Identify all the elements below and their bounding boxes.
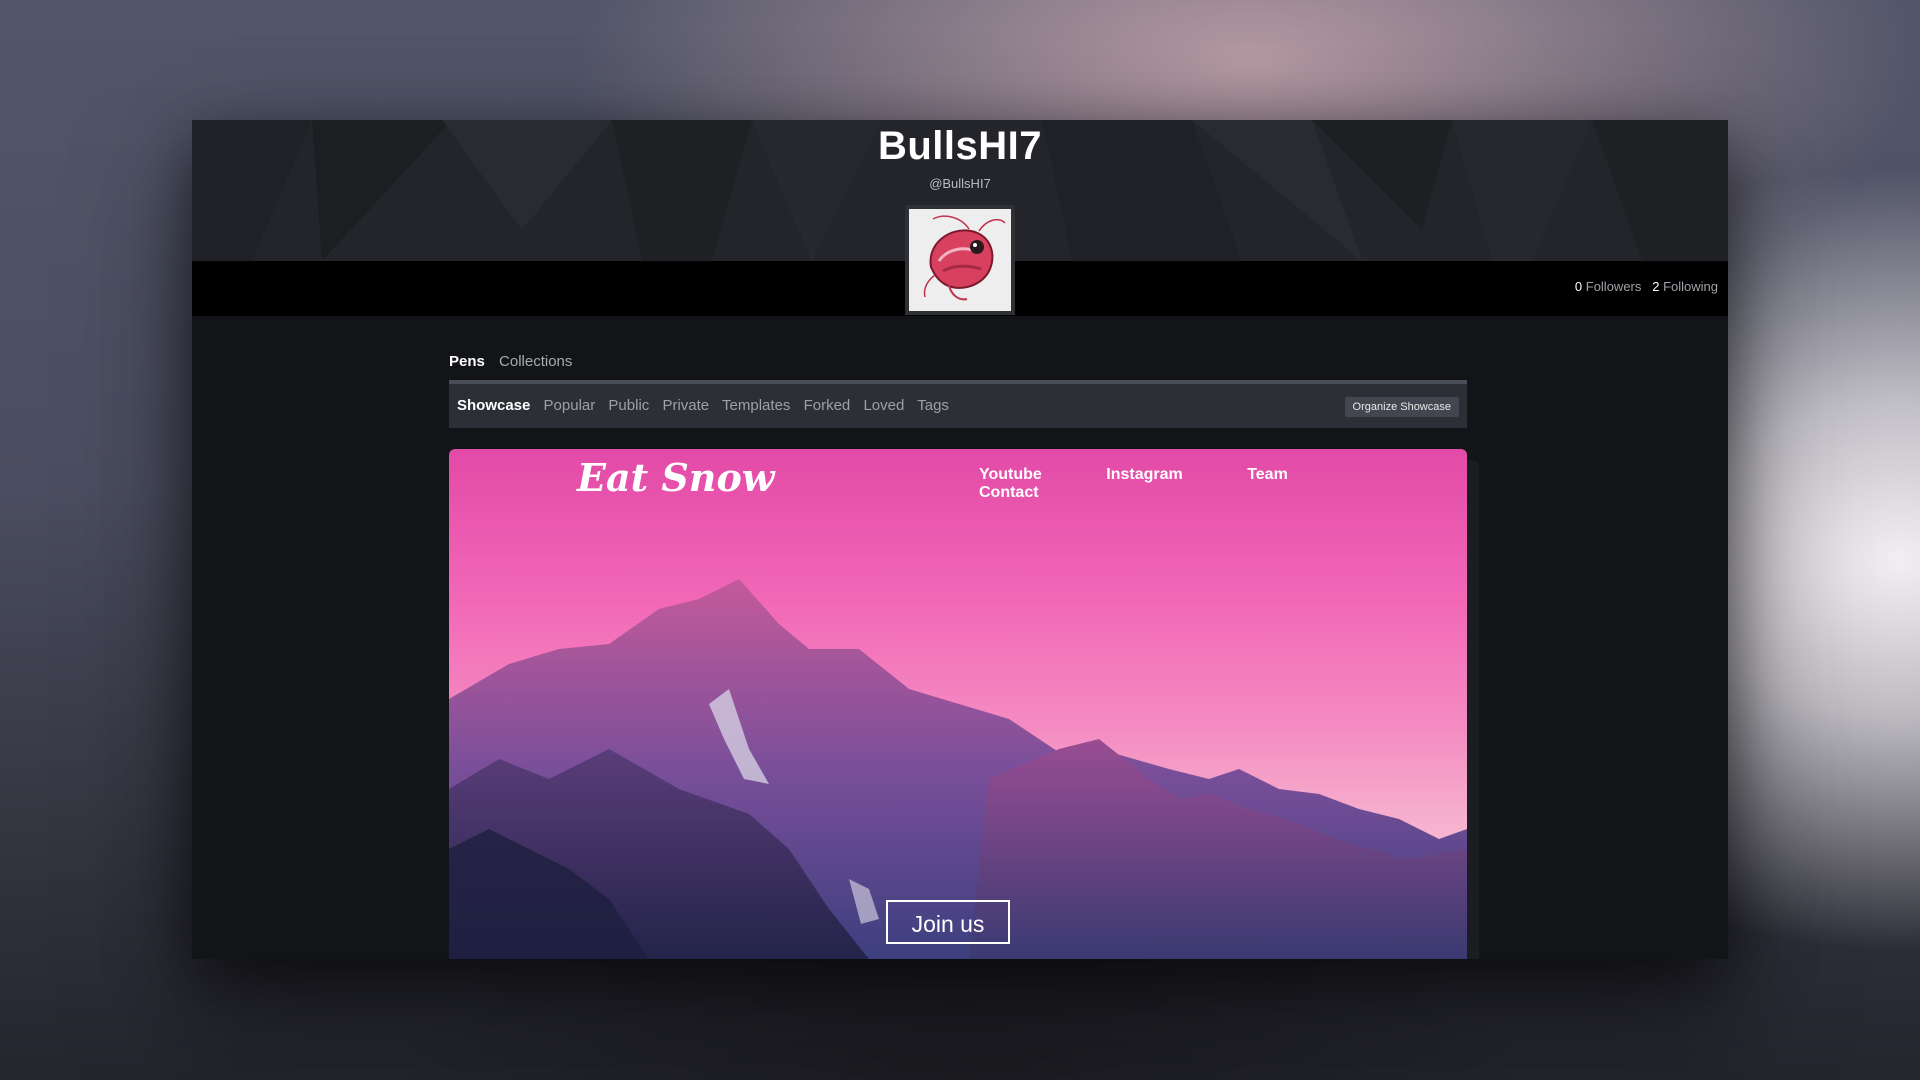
preview-nav-contact[interactable]: Contact <box>979 484 1039 502</box>
preview-card-shadow <box>1467 460 1479 959</box>
following-link[interactable]: Following <box>1663 279 1718 294</box>
profile-username: BullsHI7 <box>877 124 1043 168</box>
subnav-tags[interactable]: Tags <box>917 397 949 414</box>
subnav-public[interactable]: Public <box>608 397 649 414</box>
followers-link[interactable]: Followers <box>1586 279 1642 294</box>
shrimp-avatar-icon <box>909 209 1011 311</box>
subnav-showcase[interactable]: Showcase <box>457 397 530 414</box>
followers-count[interactable]: 0 <box>1575 279 1582 294</box>
preview-nav: Youtube Instagram Team Contact <box>979 466 1467 502</box>
subnav-private[interactable]: Private <box>662 397 709 414</box>
following-count[interactable]: 2 <box>1652 279 1659 294</box>
subnav-templates[interactable]: Templates <box>722 397 790 414</box>
preview-nav-youtube[interactable]: Youtube <box>979 466 1042 484</box>
pens-subnav: Showcase Popular Public Private Template… <box>457 397 958 414</box>
subnav-popular[interactable]: Popular <box>544 397 596 414</box>
organize-showcase-button[interactable]: Organize Showcase <box>1344 397 1459 417</box>
pens-subnav-bar: Showcase Popular Public Private Template… <box>449 380 1467 428</box>
subnav-loved[interactable]: Loved <box>863 397 904 414</box>
tab-collections[interactable]: Collections <box>499 353 572 370</box>
preview-nav-instagram[interactable]: Instagram <box>1106 466 1182 484</box>
mountain-landscape-image <box>449 579 1467 959</box>
tab-pens[interactable]: Pens <box>449 353 485 370</box>
profile-handle: @BullsHI7 <box>929 176 991 191</box>
join-us-button[interactable]: Join us <box>886 900 1010 944</box>
profile-tabs: Pens Collections <box>449 353 582 370</box>
preview-brand-logo[interactable]: Eat Snow <box>577 455 775 500</box>
avatar[interactable] <box>905 205 1015 315</box>
preview-nav-team[interactable]: Team <box>1247 466 1288 484</box>
showcase-pen-preview[interactable]: Eat Snow Youtube Instagram Team Contact … <box>449 449 1467 959</box>
subnav-forked[interactable]: Forked <box>804 397 851 414</box>
app-window: BullsHI7 @BullsHI7 0 Followers 2 Followi… <box>192 120 1728 959</box>
follow-stats: 0 Followers 2 Following <box>1575 279 1718 294</box>
